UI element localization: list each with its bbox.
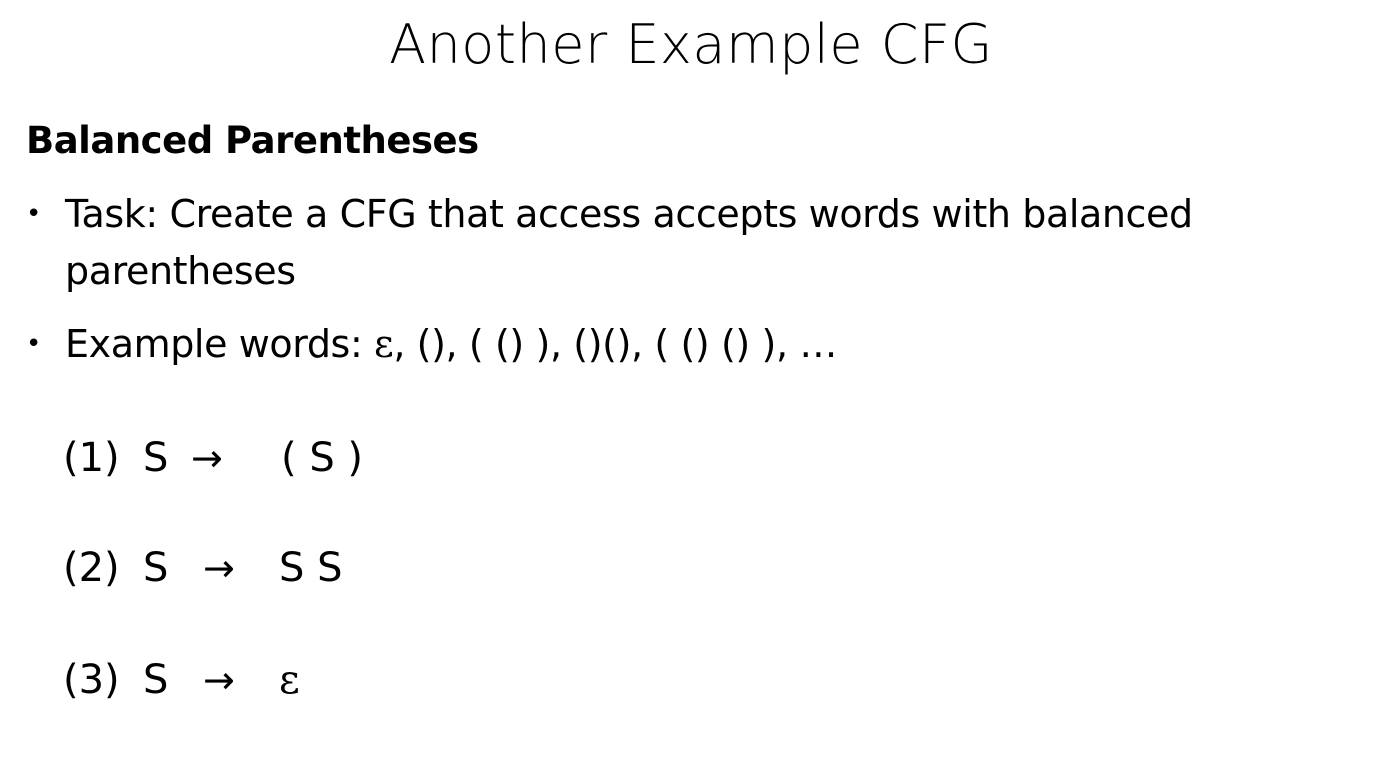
rule-rhs: ε <box>279 657 300 703</box>
rule-rhs: S S <box>279 545 343 591</box>
rule-lhs: S <box>143 545 169 591</box>
bullet-text: Example words: ε, (), ( () ), ()(), ( ()… <box>65 316 1356 373</box>
bullet-example-words: • Example words: ε, (), ( () ), ()(), ( … <box>26 316 1356 373</box>
slide-subtitle: Balanced Parentheses <box>26 119 479 162</box>
rule-rhs: ( S ) <box>281 435 364 481</box>
rule-number: (2) <box>63 545 120 591</box>
right-arrow-icon: → <box>203 658 235 702</box>
right-arrow-icon: → <box>203 546 235 590</box>
right-arrow-icon: → <box>191 436 223 480</box>
slide: Another Example CFG Balanced Parentheses… <box>0 0 1382 778</box>
rule-lhs: S <box>143 435 169 481</box>
bullet-task: • Task: Create a CFG that access accepts… <box>26 186 1356 300</box>
bullet-text-suffix: , (), ( () ), ()(), ( () () ), … <box>393 322 837 366</box>
epsilon-symbol: ε <box>374 322 394 366</box>
rule-lhs: S <box>143 657 169 703</box>
rule-number: (3) <box>63 657 120 703</box>
bullet-text: Task: Create a CFG that access accepts w… <box>65 192 1193 293</box>
bullet-text-prefix: Example words: <box>65 322 375 366</box>
rule-number: (1) <box>63 435 120 481</box>
bullet-marker: • <box>26 199 41 229</box>
bullet-marker: • <box>26 329 41 359</box>
slide-title: Another Example CFG <box>389 13 993 76</box>
